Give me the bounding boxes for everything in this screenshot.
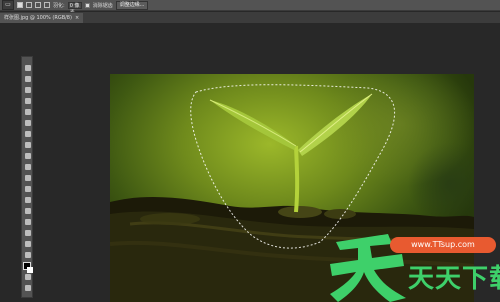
marquee-tool-icon[interactable]	[25, 76, 31, 82]
clone-stamp-tool-icon[interactable]	[25, 153, 31, 159]
subtract-from-selection-button[interactable]	[35, 2, 41, 8]
document-tab[interactable]: 样张图.jpg @ 100% (RGB/8) ×	[0, 13, 84, 23]
tool-preset-picker[interactable]: ▭	[2, 0, 14, 10]
options-bar: ▭ 羽化: 0 像素 消除锯齿 调整边缘...	[0, 0, 500, 16]
eyedropper-tool-icon[interactable]	[25, 120, 31, 126]
pen-tool-icon[interactable]	[25, 219, 31, 225]
close-tab-icon[interactable]: ×	[75, 15, 79, 21]
crop-tool-icon[interactable]	[25, 109, 31, 115]
antialias-checkbox[interactable]	[84, 2, 90, 8]
gradient-tool-icon[interactable]	[25, 186, 31, 192]
antialias-label: 消除锯齿	[92, 2, 113, 9]
add-to-selection-button[interactable]	[26, 2, 32, 8]
document-tab-label: 样张图.jpg @ 100% (RGB/8)	[4, 15, 72, 21]
background-color-swatch[interactable]	[27, 267, 33, 273]
new-selection-button[interactable]	[17, 2, 23, 8]
type-tool-icon[interactable]	[25, 230, 31, 236]
quick-mask-icon[interactable]	[25, 285, 31, 291]
refine-edge-button[interactable]: 调整边缘...	[115, 0, 149, 10]
path-selection-tool-icon[interactable]	[25, 241, 31, 247]
intersect-selection-button[interactable]	[44, 2, 50, 8]
zoom-tool-icon[interactable]	[25, 274, 31, 280]
quick-selection-tool-icon[interactable]	[25, 98, 31, 104]
shape-tool-icon[interactable]	[25, 252, 31, 258]
document-tab-bar: 样张图.jpg @ 100% (RGB/8) ×	[0, 12, 500, 23]
healing-brush-tool-icon[interactable]	[25, 131, 31, 137]
lasso-tool-icon[interactable]	[25, 87, 31, 93]
watermark-url: www.TTsup.com	[390, 237, 496, 253]
blur-tool-icon[interactable]	[25, 197, 31, 203]
feather-input[interactable]: 0 像素	[67, 1, 82, 16]
feather-label: 羽化:	[53, 2, 65, 9]
eraser-tool-icon[interactable]	[25, 175, 31, 181]
brush-tool-icon[interactable]	[25, 142, 31, 148]
move-tool-icon[interactable]	[25, 65, 31, 71]
dodge-tool-icon[interactable]	[25, 208, 31, 214]
watermark-site-name: 天天下载	[408, 264, 500, 294]
history-brush-tool-icon[interactable]	[25, 164, 31, 170]
